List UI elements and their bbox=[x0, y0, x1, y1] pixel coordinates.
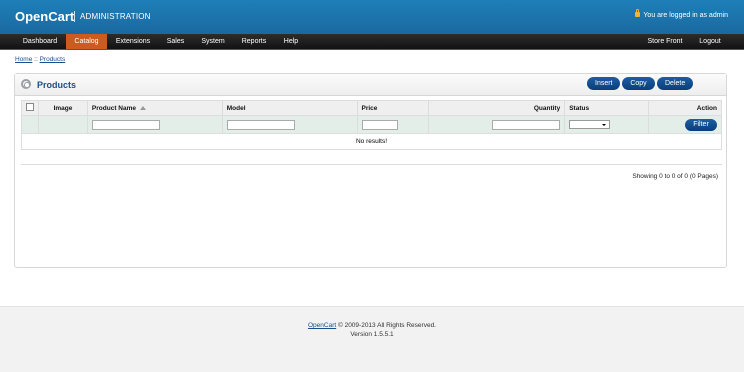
column-header-quantity[interactable]: Quantity bbox=[428, 100, 566, 116]
box-heading: Products Insert Copy Delete bbox=[15, 74, 726, 96]
footer-copyright-text: © 2009-2013 All Rights Reserved. bbox=[336, 322, 436, 329]
pagination: Showing 0 to 0 of 0 (0 Pages) bbox=[21, 164, 722, 180]
filter-name-cell bbox=[86, 115, 223, 134]
table-header-row: Image Product Name Model Price Quantity … bbox=[21, 100, 722, 116]
header: OpenCart ADMINISTRATION You are logged i… bbox=[0, 0, 744, 34]
select-all-cell bbox=[21, 100, 39, 116]
menu-item-system[interactable]: System bbox=[194, 34, 232, 49]
products-box: Products Insert Copy Delete Image Produc… bbox=[14, 73, 727, 268]
filter-status-cell bbox=[564, 115, 650, 134]
logo-divider bbox=[74, 11, 75, 22]
insert-button[interactable]: Insert bbox=[587, 77, 620, 90]
login-status: You are logged in as admin bbox=[635, 9, 728, 19]
filter-cell-empty bbox=[38, 115, 88, 134]
filter-model-input[interactable] bbox=[226, 119, 295, 130]
menu-item-sales[interactable]: Sales bbox=[159, 34, 192, 49]
breadcrumb: Home :: Products bbox=[15, 56, 65, 63]
delete-button[interactable]: Delete bbox=[657, 77, 693, 90]
table-row: No results! bbox=[21, 133, 722, 150]
menu-item-dashboard[interactable]: Dashboard bbox=[15, 34, 65, 49]
menu-item-reports[interactable]: Reports bbox=[234, 34, 274, 49]
filter-status-select[interactable] bbox=[569, 120, 611, 129]
column-header-status[interactable]: Status bbox=[564, 100, 650, 116]
menu-item-catalog[interactable]: Catalog bbox=[66, 34, 107, 49]
product-table: Image Product Name Model Price Quantity … bbox=[21, 100, 722, 150]
filter-cell-empty bbox=[21, 115, 39, 134]
breadcrumb-products-link[interactable]: Products bbox=[40, 56, 66, 63]
filter-quantity-input[interactable] bbox=[492, 119, 561, 130]
menu-item-help[interactable]: Help bbox=[276, 34, 306, 49]
filter-price-cell bbox=[356, 115, 430, 134]
footer-opencart-link[interactable]: OpenCart bbox=[308, 322, 336, 329]
filter-button[interactable]: Filter bbox=[685, 118, 717, 131]
main-menu: Dashboard Catalog Extensions Sales Syste… bbox=[0, 34, 744, 50]
sort-asc-icon[interactable] bbox=[140, 105, 146, 110]
filter-model-cell bbox=[221, 115, 358, 134]
gear-icon bbox=[21, 79, 31, 89]
column-header-product-name[interactable]: Product Name bbox=[86, 100, 223, 116]
menu-item-logout[interactable]: Logout bbox=[693, 34, 727, 49]
footer-band bbox=[0, 306, 744, 372]
breadcrumb-home-link[interactable]: Home bbox=[15, 56, 32, 63]
filter-quantity-cell bbox=[428, 115, 566, 134]
logo[interactable]: OpenCart bbox=[15, 9, 74, 24]
copy-button[interactable]: Copy bbox=[622, 77, 655, 90]
column-header-model[interactable]: Model bbox=[221, 100, 358, 116]
menu-item-extensions[interactable]: Extensions bbox=[109, 34, 157, 49]
filter-price-input[interactable] bbox=[361, 119, 398, 130]
no-results-text: No results! bbox=[21, 133, 722, 150]
column-header-price[interactable]: Price bbox=[356, 100, 430, 116]
lock-icon bbox=[635, 9, 641, 17]
column-header-action: Action bbox=[648, 100, 722, 116]
page-title: Products bbox=[37, 80, 77, 90]
footer-copyright: OpenCart © 2009-2013 All Rights Reserved… bbox=[0, 321, 744, 330]
column-header-product-name-label[interactable]: Product Name bbox=[92, 105, 136, 112]
filter-button-cell: Filter bbox=[648, 115, 722, 134]
menu-item-store-front[interactable]: Store Front bbox=[641, 34, 689, 49]
footer: OpenCart © 2009-2013 All Rights Reserved… bbox=[0, 321, 744, 339]
footer-version: Version 1.5.5.1 bbox=[350, 331, 394, 338]
pagination-results: Showing 0 to 0 of 0 (0 Pages) bbox=[632, 173, 718, 180]
admin-label: ADMINISTRATION bbox=[80, 12, 151, 21]
filter-name-input[interactable] bbox=[91, 119, 160, 130]
filter-row: Filter bbox=[21, 115, 722, 134]
column-header-image: Image bbox=[38, 100, 88, 116]
breadcrumb-separator: :: bbox=[32, 56, 40, 63]
select-all-checkbox[interactable] bbox=[26, 103, 34, 111]
login-status-text: You are logged in as admin bbox=[643, 12, 728, 19]
